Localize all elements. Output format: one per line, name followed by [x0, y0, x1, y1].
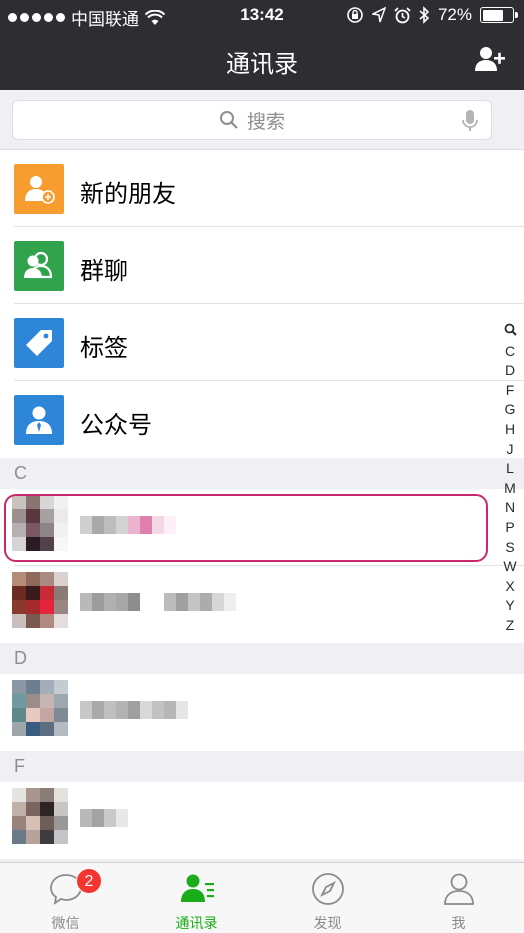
row-label: 标签 — [80, 335, 128, 362]
index-letter[interactable]: Y — [500, 596, 520, 616]
add-user-icon[interactable] — [474, 44, 506, 76]
avatar — [12, 680, 68, 736]
tab-label: 我 — [451, 915, 466, 931]
battery-icon — [480, 7, 518, 23]
index-letter[interactable]: W — [500, 557, 520, 577]
tab-bar: 2 微信 通讯录 发现 我 — [0, 862, 524, 933]
index-letter[interactable]: H — [500, 420, 520, 440]
alarm-icon — [394, 6, 411, 23]
contact-row[interactable] — [0, 674, 524, 751]
tab-contacts[interactable]: 通讯录 — [131, 863, 262, 933]
index-search-icon[interactable] — [500, 322, 520, 342]
profile-icon — [443, 873, 474, 905]
index-letter[interactable]: P — [500, 518, 520, 538]
contact-name-redacted — [80, 593, 236, 611]
tab-discover[interactable]: 发现 — [262, 863, 393, 933]
search-area: 搜索 — [0, 90, 524, 150]
search-placeholder: 搜索 — [246, 111, 285, 133]
index-letter[interactable]: S — [500, 538, 520, 558]
contacts-icon — [180, 874, 214, 902]
unread-badge: 2 — [76, 868, 102, 894]
alphabet-index[interactable]: C D F G H J L M N P S W X Y Z — [500, 322, 520, 636]
index-letter[interactable]: Z — [500, 616, 520, 636]
tab-chats[interactable]: 2 微信 — [0, 863, 131, 933]
contact-row[interactable] — [0, 782, 524, 859]
official-account-icon — [14, 395, 64, 445]
microphone-icon[interactable] — [461, 109, 479, 133]
official-accounts-row[interactable]: 公众号 — [0, 381, 524, 458]
page-title: 通讯录 — [226, 51, 298, 78]
tab-label: 通讯录 — [175, 915, 218, 931]
search-icon — [219, 111, 238, 129]
index-letter[interactable]: L — [500, 459, 520, 479]
nav-bar: 通讯录 — [0, 30, 524, 90]
index-letter[interactable]: D — [500, 361, 520, 381]
contact-row[interactable] — [0, 566, 524, 643]
contact-name-redacted — [80, 809, 128, 827]
index-letter[interactable]: N — [500, 498, 520, 518]
new-friends-row[interactable]: 新的朋友 — [0, 150, 524, 227]
group-chat-icon — [14, 241, 64, 291]
row-label: 新的朋友 — [80, 181, 176, 208]
avatar — [12, 572, 68, 628]
section-header-d: D — [0, 643, 524, 674]
index-letter[interactable]: J — [500, 440, 520, 460]
section-header-c: C — [0, 458, 524, 489]
index-letter[interactable]: X — [500, 577, 520, 597]
tags-row[interactable]: 标签 — [0, 304, 524, 381]
tab-me[interactable]: 我 — [393, 863, 524, 933]
section-header-f: F — [0, 751, 524, 782]
status-bar: 中国联通 13:42 72% — [0, 0, 524, 30]
compass-icon — [311, 873, 344, 905]
battery-percent: 72% — [437, 5, 472, 24]
contact-name-redacted — [80, 701, 188, 719]
row-label: 公众号 — [80, 412, 152, 439]
index-letter[interactable]: G — [500, 400, 520, 420]
row-label: 群聊 — [80, 258, 128, 285]
rotation-lock-icon — [347, 7, 363, 23]
location-icon — [371, 7, 386, 23]
tab-label: 发现 — [313, 915, 342, 931]
new-friends-icon — [14, 164, 64, 214]
selection-highlight — [4, 494, 488, 562]
tab-label: 微信 — [51, 915, 80, 931]
index-letter[interactable]: M — [500, 479, 520, 499]
group-chat-row[interactable]: 群聊 — [0, 227, 524, 304]
avatar — [12, 788, 68, 844]
index-letter[interactable]: F — [500, 381, 520, 401]
tag-icon — [14, 318, 64, 368]
search-input[interactable]: 搜索 — [12, 100, 492, 140]
bluetooth-icon — [419, 6, 430, 24]
index-letter[interactable]: C — [500, 342, 520, 362]
